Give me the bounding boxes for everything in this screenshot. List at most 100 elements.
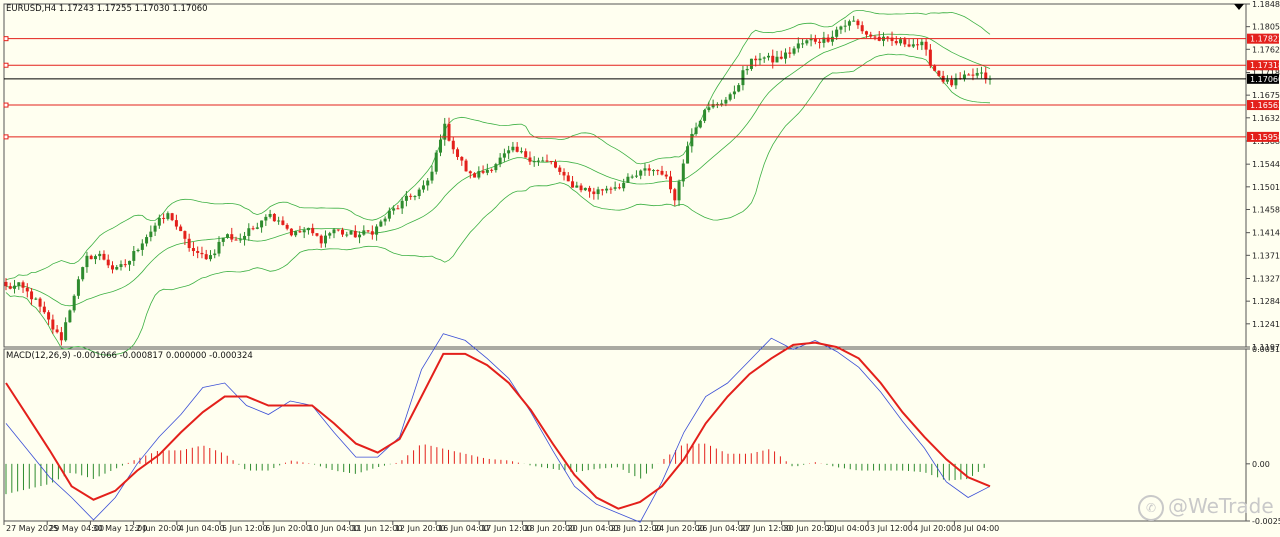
candle-body xyxy=(639,170,643,176)
candle-body xyxy=(438,139,442,153)
candle-body xyxy=(643,168,647,171)
candle-body xyxy=(656,170,660,172)
candle-body xyxy=(703,110,707,121)
candle-body xyxy=(123,264,127,266)
level-handle xyxy=(3,36,9,42)
time-axis: 27 May 202529 May 04:0030 May 12:002 Jun… xyxy=(3,521,999,533)
candle-body xyxy=(690,133,694,147)
candle-body xyxy=(221,237,225,242)
candle-body xyxy=(916,44,920,46)
candle-body xyxy=(456,149,460,157)
candle-body xyxy=(72,295,76,311)
candle-body xyxy=(805,40,809,44)
candle-body xyxy=(115,267,119,270)
candle-body xyxy=(234,239,238,241)
candle-body xyxy=(524,151,528,158)
candle-body xyxy=(745,68,749,71)
level-tag-label: 1.17822 xyxy=(1250,35,1280,44)
time-tick-label: 8 Jul 04:00 xyxy=(956,524,999,533)
price-tick-label: 1.15010 xyxy=(1252,183,1280,192)
candle-body xyxy=(306,227,310,231)
price-tick-label: 1.16750 xyxy=(1252,91,1280,100)
level-handle xyxy=(3,62,9,68)
candle-body xyxy=(856,20,860,26)
candle-body xyxy=(375,226,379,235)
candle-body xyxy=(417,189,421,197)
candle-body xyxy=(183,231,187,239)
horizontal-levels: 1.17822 1.17318 1.16562 1.15958 1.17060 xyxy=(3,33,1280,142)
candle-body xyxy=(208,255,212,260)
candle-body xyxy=(788,52,792,54)
price-tick-label: 1.12410 xyxy=(1252,320,1280,329)
candle-body xyxy=(605,188,609,191)
candle-body xyxy=(477,171,481,178)
candle-body xyxy=(481,171,485,173)
candle-body xyxy=(839,26,843,30)
candle-body xyxy=(272,214,276,222)
candle-body xyxy=(247,228,251,236)
candle-body xyxy=(51,319,55,330)
candle-body xyxy=(796,43,800,49)
candle-body xyxy=(617,187,621,189)
price-tick-label: 1.14580 xyxy=(1252,205,1280,214)
candle-body xyxy=(784,52,788,59)
candle-body xyxy=(588,187,592,192)
time-tick-label: 4 Jun 04:00 xyxy=(179,524,225,533)
candle-body xyxy=(13,285,17,289)
price-tick-label: 1.16320 xyxy=(1252,114,1280,123)
candle-body xyxy=(664,174,668,177)
candle-body xyxy=(289,228,293,236)
macd-tick-label: 0.005117 xyxy=(1252,345,1280,354)
candle-body xyxy=(622,182,626,189)
time-tick-label: 4 Jul 20:00 xyxy=(913,524,956,533)
candle-body xyxy=(25,287,29,292)
candle-body xyxy=(81,267,85,280)
candle-body xyxy=(945,79,949,82)
candle-body xyxy=(21,282,25,288)
bollinger-bands xyxy=(5,9,991,356)
candle-body xyxy=(315,233,319,236)
candle-body xyxy=(873,36,877,38)
candle-body xyxy=(596,189,600,195)
candle-body xyxy=(430,171,434,181)
candle-body xyxy=(366,230,370,232)
candle-body xyxy=(110,265,114,270)
candle-body xyxy=(264,216,268,221)
candle-body xyxy=(519,151,523,153)
candle-body xyxy=(294,231,298,236)
candle-body xyxy=(319,235,323,244)
price-axis: 1.184801.180501.176201.171801.167501.163… xyxy=(1246,0,1280,352)
candle-body xyxy=(136,249,140,252)
chart-svg: 1.184801.180501.176201.171801.167501.163… xyxy=(3,0,1280,533)
macd-tick-label: 0.00 xyxy=(1252,460,1270,469)
level-tag-label: 1.17318 xyxy=(1250,61,1280,70)
candle-body xyxy=(651,170,655,172)
candle-body xyxy=(298,231,302,233)
candle-body xyxy=(4,281,8,287)
candle-body xyxy=(341,229,345,235)
candle-body xyxy=(162,217,166,219)
candle-body xyxy=(575,185,579,188)
candle-body xyxy=(119,264,123,268)
level-tag-label: 1.16562 xyxy=(1250,101,1280,110)
price-tick-label: 1.12840 xyxy=(1252,297,1280,306)
macd-line xyxy=(5,333,991,523)
candle-body xyxy=(358,234,362,238)
candle-body xyxy=(85,255,89,268)
candle-body xyxy=(630,176,634,178)
candle-body xyxy=(243,235,247,240)
candle-body xyxy=(379,221,383,227)
candle-body xyxy=(76,279,80,296)
level-tag-label: 1.15958 xyxy=(1250,133,1280,142)
bollinger-lower xyxy=(5,53,991,356)
candle-body xyxy=(166,213,170,219)
time-tick-label: 2 Jun 20:00 xyxy=(136,524,182,533)
candle-body xyxy=(468,171,472,174)
scroll-marker-icon[interactable] xyxy=(1234,4,1244,10)
candle-body xyxy=(724,99,728,104)
candle-body xyxy=(511,146,515,151)
candle-body xyxy=(47,312,51,320)
candle-body xyxy=(200,252,204,255)
candle-body xyxy=(903,39,907,45)
candle-body xyxy=(634,175,638,177)
